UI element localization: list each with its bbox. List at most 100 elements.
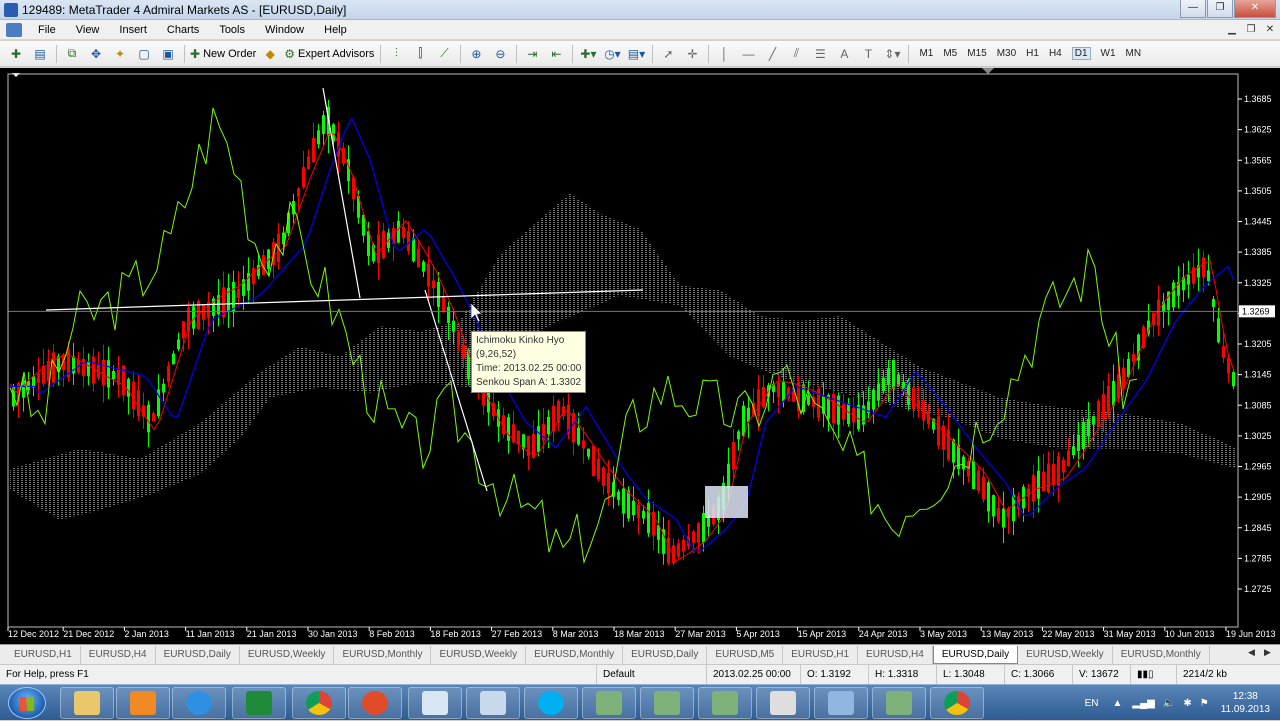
window-task[interactable] [466,687,520,719]
chrome-task-2[interactable] [930,687,984,719]
chart-window-icon[interactable] [6,22,22,37]
chart-tab[interactable]: EURUSD,H1 [783,645,859,664]
new-order-button[interactable]: ✚ New Order [190,44,256,64]
fibonacci-icon[interactable]: ☰ [810,44,830,64]
chart-tab[interactable]: EURUSD,Monthly [334,645,432,664]
start-button[interactable] [8,687,46,719]
menu-insert[interactable]: Insert [109,20,157,40]
text-label-icon[interactable]: T [858,44,878,64]
maximize-button[interactable]: ❐ [1207,0,1233,18]
menu-help[interactable]: Help [314,20,357,40]
toolbar-separator [572,44,574,63]
child-restore-icon[interactable]: ❐ [1243,22,1259,38]
excel-task[interactable] [232,687,286,719]
metaeditor-icon[interactable]: ◆ [260,44,280,64]
vertical-line-icon[interactable]: │ [714,44,734,64]
timeframe-m15[interactable]: M15 [967,48,986,59]
timeframe-m1[interactable]: M1 [919,48,933,59]
toolbar-separator [184,44,185,63]
candlestick-icon[interactable]: ⫿ [410,44,430,64]
tab-scroll-left-icon[interactable]: ◀ [1248,647,1255,658]
media-player-task[interactable] [116,687,170,719]
timeframe-d1[interactable]: D1 [1071,47,1091,60]
ie-task[interactable] [172,687,226,719]
chart-canvas[interactable]: 1.3685 1.3625 1.3565 1.3505 1.3445 1.3385 1.33… [0,68,1280,644]
metatrader-task-1[interactable] [582,687,636,719]
files-task[interactable] [756,687,810,719]
close-button[interactable]: ✕ [1234,0,1276,18]
flag-icon[interactable]: ⚑ [1200,698,1209,709]
chart-tab[interactable]: EURUSD,Monthly [1113,645,1210,664]
show-hidden-icons-icon[interactable]: ▲ [1113,698,1123,709]
data-window-icon[interactable]: ✥ [86,44,106,64]
bluetooth-icon[interactable]: ✱ [1183,698,1191,709]
timeframe-w1[interactable]: W1 [1101,48,1116,59]
menu-charts[interactable]: Charts [157,20,209,40]
expert-advisors-button[interactable]: ⚙ Expert Advisors [284,44,374,64]
timeframe-m30[interactable]: M30 [997,48,1016,59]
system-clock[interactable]: 12:38 11.09.2013 [1221,690,1270,716]
chart-tab[interactable]: EURUSD,H4 [858,645,933,664]
monitor-task[interactable] [814,687,868,719]
chart-shift-icon[interactable]: ⇤ [546,44,566,64]
crosshair-icon[interactable]: ✛ [682,44,702,64]
skype-task[interactable] [524,687,578,719]
bull-candle [632,500,635,516]
chart-tab[interactable]: EURUSD,Weekly [240,645,335,664]
network-icon[interactable]: ▂▄▆ [1132,698,1154,709]
chrome-task[interactable] [292,687,346,719]
volume-icon[interactable]: 🔈 [1163,698,1175,709]
menu-file[interactable]: File [28,20,66,40]
new-chart-icon[interactable]: ✚ [6,44,26,64]
language-indicator[interactable]: EN [1085,698,1099,709]
navigator-icon[interactable]: ✦ [110,44,130,64]
templates-icon[interactable]: ▤▾ [626,44,646,64]
profiles-icon[interactable]: ▤ [30,44,50,64]
chart-tab[interactable]: EURUSD,H1 [6,645,81,664]
market-watch-icon[interactable]: ⧉ [62,44,82,64]
timeframe-m5[interactable]: M5 [943,48,957,59]
text-icon[interactable]: A [834,44,854,64]
bull-candle [322,115,325,135]
strategy-tester-icon[interactable]: ▣ [158,44,178,64]
chart-tab[interactable]: EURUSD,Daily [623,645,708,664]
explorer-task[interactable] [60,687,114,719]
tab-scroll-right-icon[interactable]: ▶ [1264,647,1271,658]
chart-tab-active[interactable]: EURUSD,Daily [932,645,1019,664]
terminal-icon[interactable]: ▢ [134,44,154,64]
chart-tab[interactable]: EURUSD,Weekly [431,645,527,664]
timeframe-mn[interactable]: MN [1126,48,1142,59]
child-minimize-icon[interactable]: ▁ [1224,22,1240,38]
indicators-icon[interactable]: ✚▾ [578,44,598,64]
periods-icon[interactable]: ◷▾ [602,44,622,64]
timeframe-h4[interactable]: H4 [1049,48,1062,59]
horizontal-line-icon[interactable]: — [738,44,758,64]
bar-chart-icon[interactable]: ⫶ [386,44,406,64]
arrows-icon[interactable]: ⇕▾ [882,44,902,64]
app-task[interactable] [348,687,402,719]
zoom-in-icon[interactable]: ⊕ [466,44,486,64]
cursor-icon[interactable]: ➚ [658,44,678,64]
auto-scroll-icon[interactable]: ⇥ [522,44,542,64]
metatrader-task-4[interactable] [872,687,926,719]
price-chart[interactable]: 1.3685 1.3625 1.3565 1.3505 1.3445 1.3385 1.33… [0,68,1280,644]
minimize-button[interactable]: — [1180,0,1206,18]
trendline-icon[interactable]: ╱ [762,44,782,64]
chart-tab[interactable]: EURUSD,M5 [707,645,784,664]
menu-tools[interactable]: Tools [209,20,255,40]
menu-window[interactable]: Window [255,20,314,40]
bull-candle [622,488,625,514]
child-close-icon[interactable]: ✕ [1262,22,1278,38]
chart-tab[interactable]: EURUSD,Daily [156,645,240,664]
line-chart-icon[interactable]: ⟋ [434,44,454,64]
equidistant-channel-icon[interactable]: ⫽ [786,44,806,64]
chart-tab[interactable]: EURUSD,Monthly [526,645,624,664]
metatrader-task-3[interactable] [698,687,752,719]
document-task[interactable] [408,687,462,719]
menu-view[interactable]: View [66,20,110,40]
metatrader-task-2[interactable] [640,687,694,719]
timeframe-h1[interactable]: H1 [1026,48,1039,59]
chart-tab[interactable]: EURUSD,H4 [81,645,156,664]
chart-tab[interactable]: EURUSD,Weekly [1018,645,1113,664]
zoom-out-icon[interactable]: ⊖ [490,44,510,64]
